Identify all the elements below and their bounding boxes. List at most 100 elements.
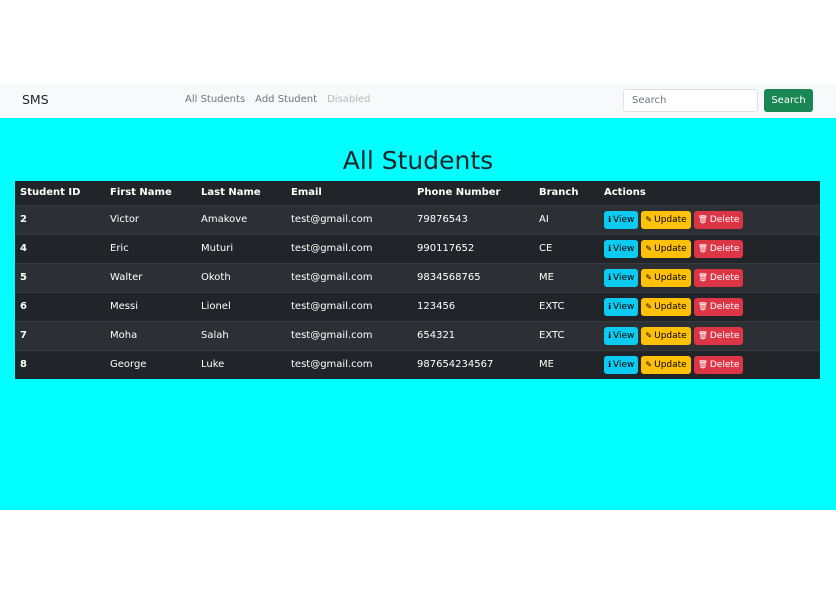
cell-actions: ℹ View ✎ Update 🗑 Delete: [599, 205, 820, 234]
page-title: All Students: [342, 146, 494, 175]
cell-actions: ℹ View ✎ Update 🗑 Delete: [599, 234, 820, 263]
nav-links: All Students Add Student Disabled: [185, 94, 381, 105]
table-row: 7 Moha Salah test@gmail.com 654321 EXTC ℹ View ✎…: [15, 321, 820, 350]
search-button[interactable]: Search: [764, 89, 813, 112]
view-label: View: [613, 301, 635, 312]
delete-label: Delete: [709, 301, 740, 312]
view-button[interactable]: ℹ View: [604, 210, 639, 229]
edit-icon: ✎: [645, 273, 653, 282]
cell-phone-number: 123456: [417, 301, 456, 312]
view-button[interactable]: ℹ View: [604, 239, 639, 258]
table-row: 5 Walter Okoth test@gmail.com 9834568765 ME ℹ V…: [15, 263, 820, 292]
delete-button[interactable]: 🗑 Delete: [693, 268, 744, 287]
cell-actions: ℹ View ✎ Update 🗑 Delete: [599, 292, 820, 321]
column-header-email: Email: [291, 187, 322, 199]
cell-first-name: Eric: [110, 243, 129, 254]
column-header-phone-number: Phone Number: [417, 187, 501, 199]
view-label: View: [613, 243, 635, 254]
cell-first-name: Walter: [110, 272, 143, 283]
cell-branch: ME: [539, 359, 554, 371]
view-button[interactable]: ℹ View: [604, 355, 639, 374]
info-icon: ℹ: [608, 331, 612, 340]
cell-last-name: Muturi: [201, 243, 234, 254]
cell-phone-number: 987654234567: [417, 359, 494, 371]
delete-button[interactable]: 🗑 Delete: [693, 297, 744, 316]
delete-button[interactable]: 🗑 Delete: [693, 239, 744, 258]
cell-student-id: 8: [20, 359, 27, 371]
view-button[interactable]: ℹ View: [604, 326, 639, 345]
column-header-last-name: Last Name: [201, 187, 261, 199]
cell-email: test@gmail.com: [291, 330, 373, 341]
navbar: SMS All Students Add Student Disabled Se…: [0, 83, 836, 118]
cell-actions: ℹ View ✎ Update 🗑 Delete: [599, 263, 820, 292]
cell-branch: EXTC: [539, 301, 565, 312]
info-icon: ℹ: [608, 360, 612, 370]
update-button[interactable]: ✎ Update: [641, 355, 691, 374]
delete-button[interactable]: 🗑 Delete: [693, 326, 744, 345]
cell-phone-number: 654321: [417, 330, 456, 341]
cell-last-name: Salah: [201, 330, 229, 341]
delete-label: Delete: [709, 359, 740, 370]
edit-icon: ✎: [645, 331, 653, 340]
view-button[interactable]: ℹ View: [604, 268, 639, 287]
cell-email: test@gmail.com: [291, 301, 373, 312]
edit-icon: ✎: [645, 215, 653, 224]
cell-student-id: 5: [20, 272, 27, 283]
column-header-actions: Actions: [604, 187, 646, 199]
cell-branch: EXTC: [539, 330, 565, 341]
delete-button[interactable]: 🗑 Delete: [693, 210, 744, 229]
table-row: 8 George Luke test@gmail.com 987654234567 ME ℹ…: [15, 350, 820, 379]
cell-phone-number: 9834568765: [417, 272, 481, 283]
view-label: View: [613, 214, 635, 225]
delete-label: Delete: [709, 330, 740, 341]
trash-icon: 🗑: [697, 244, 708, 253]
edit-icon: ✎: [645, 360, 653, 370]
table-header-row: Student ID First Name Last Name Email Ph…: [15, 181, 820, 205]
nav-link-disabled: Disabled: [327, 94, 371, 105]
cell-last-name: Luke: [201, 359, 225, 371]
update-button[interactable]: ✎ Update: [641, 297, 691, 316]
update-label: Update: [654, 359, 687, 370]
cell-actions: ℹ View ✎ Update 🗑 Delete: [599, 350, 820, 379]
delete-label: Delete: [709, 272, 740, 283]
delete-label: Delete: [709, 243, 740, 254]
main-content: All Students Student ID First Name Last …: [0, 118, 836, 510]
cell-email: test@gmail.com: [291, 214, 373, 225]
nav-link-add-student[interactable]: Add Student: [255, 94, 317, 105]
edit-icon: ✎: [645, 302, 653, 311]
cell-student-id: 2: [20, 214, 27, 225]
view-label: View: [613, 330, 635, 341]
column-header-student-id: Student ID: [20, 187, 81, 199]
update-button[interactable]: ✎ Update: [641, 239, 691, 258]
update-label: Update: [654, 243, 687, 254]
edit-icon: ✎: [645, 244, 653, 253]
update-button[interactable]: ✎ Update: [641, 268, 691, 287]
cell-last-name: Amakove: [201, 214, 248, 225]
cell-branch: ME: [539, 272, 554, 283]
table-row: 2 Victor Amakove test@gmail.com 79876543 AI ℹ V…: [15, 205, 820, 234]
update-button[interactable]: ✎ Update: [641, 326, 691, 345]
update-button[interactable]: ✎ Update: [641, 210, 691, 229]
delete-button[interactable]: 🗑 Delete: [693, 355, 744, 374]
table-row: 4 Eric Muturi test@gmail.com 990117652 CE ℹ Vie…: [15, 234, 820, 263]
cell-first-name: Messi: [110, 301, 138, 312]
cell-last-name: Lionel: [201, 301, 231, 312]
view-label: View: [613, 272, 635, 283]
cell-branch: CE: [539, 243, 553, 254]
cell-last-name: Okoth: [201, 272, 231, 283]
info-icon: ℹ: [608, 215, 612, 224]
cell-phone-number: 79876543: [417, 214, 468, 225]
cell-phone-number: 990117652: [417, 243, 475, 254]
delete-label: Delete: [709, 214, 740, 225]
cell-first-name: George: [110, 359, 147, 371]
nav-link-all-students[interactable]: All Students: [185, 94, 245, 105]
cell-first-name: Moha: [110, 330, 138, 341]
trash-icon: 🗑: [697, 273, 708, 282]
brand-link[interactable]: SMS: [22, 92, 49, 107]
view-button[interactable]: ℹ View: [604, 297, 639, 316]
info-icon: ℹ: [608, 273, 612, 282]
trash-icon: 🗑: [697, 331, 708, 340]
cell-student-id: 4: [20, 243, 27, 254]
search-input[interactable]: [623, 89, 758, 112]
cell-student-id: 7: [20, 330, 27, 341]
